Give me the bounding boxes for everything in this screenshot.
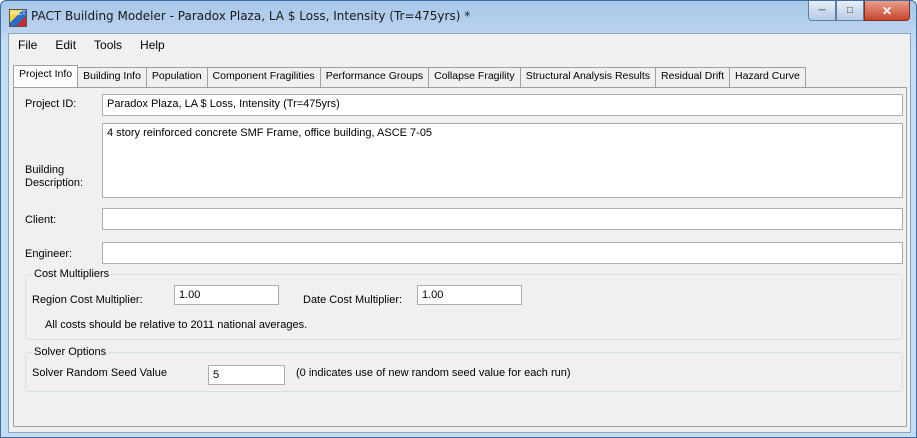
tab-population[interactable]: Population xyxy=(145,67,208,87)
engineer-label: Engineer: xyxy=(25,248,73,260)
tab-residual-drift[interactable]: Residual Drift xyxy=(655,67,731,87)
client-label: Client: xyxy=(25,214,57,226)
building-description-label-2: Description: xyxy=(25,177,84,189)
tab-performance-groups[interactable]: Performance Groups xyxy=(319,67,430,87)
cost-multipliers-legend: Cost Multipliers xyxy=(32,268,112,280)
cost-multipliers-group: Cost Multipliers Region Cost Multiplier:… xyxy=(25,268,903,340)
menu-bar: File Edit Tools Help xyxy=(9,34,910,56)
random-seed-note: (0 indicates use of new random seed valu… xyxy=(296,367,571,379)
client-area: File Edit Tools Help Project Info Buildi… xyxy=(8,33,911,433)
minimize-icon: ─ xyxy=(818,5,826,16)
window-controls: ─ □ ✕ xyxy=(808,1,910,21)
menu-tools[interactable]: Tools xyxy=(85,34,131,56)
app-window: PACT PACT Building Modeler - Paradox Pla… xyxy=(0,0,917,438)
region-cost-input[interactable]: 1.00 xyxy=(174,285,279,305)
tab-building-info[interactable]: Building Info xyxy=(77,67,147,87)
maximize-icon: □ xyxy=(846,5,854,16)
cost-note: All costs should be relative to 2011 nat… xyxy=(45,319,308,331)
project-id-label: Project ID: xyxy=(25,98,77,110)
menu-file[interactable]: File xyxy=(9,34,46,56)
building-description-label-1: Building xyxy=(25,164,65,176)
random-seed-label: Solver Random Seed Value xyxy=(32,367,167,379)
date-cost-label: Date Cost Multiplier: xyxy=(303,294,403,306)
tab-hazard-curve[interactable]: Hazard Curve xyxy=(729,67,806,87)
pact-app-icon[interactable]: PACT xyxy=(9,9,27,27)
engineer-input[interactable] xyxy=(102,242,903,264)
date-cost-input[interactable]: 1.00 xyxy=(417,285,522,305)
project-info-panel: Project ID: Paradox Plaza, LA $ Loss, In… xyxy=(13,87,907,427)
title-bar[interactable]: PACT PACT Building Modeler - Paradox Pla… xyxy=(1,1,916,33)
window-title: PACT Building Modeler - Paradox Plaza, L… xyxy=(31,9,471,23)
tab-collapse-fragility[interactable]: Collapse Fragility xyxy=(428,67,521,87)
random-seed-input[interactable]: 5 xyxy=(208,365,285,385)
menu-help[interactable]: Help xyxy=(131,34,174,56)
tab-structural-analysis-results[interactable]: Structural Analysis Results xyxy=(519,67,656,87)
client-input[interactable] xyxy=(102,208,903,230)
minimize-button[interactable]: ─ xyxy=(808,1,836,21)
maximize-button[interactable]: □ xyxy=(836,1,864,21)
tab-project-info[interactable]: Project Info xyxy=(13,65,79,87)
menu-edit[interactable]: Edit xyxy=(46,34,85,56)
tab-strip: Project Info Building Info Population Co… xyxy=(13,65,806,87)
project-id-input[interactable]: Paradox Plaza, LA $ Loss, Intensity (Tr=… xyxy=(102,94,903,116)
region-cost-label: Region Cost Multiplier: xyxy=(32,294,143,306)
close-icon: ✕ xyxy=(881,3,893,18)
tab-component-fragilities[interactable]: Component Fragilities xyxy=(206,67,321,87)
building-description-input[interactable]: 4 story reinforced concrete SMF Frame, o… xyxy=(102,123,903,198)
solver-options-legend: Solver Options xyxy=(32,346,109,358)
solver-options-group: Solver Options Solver Random Seed Value … xyxy=(25,346,903,392)
close-button[interactable]: ✕ xyxy=(864,1,910,21)
